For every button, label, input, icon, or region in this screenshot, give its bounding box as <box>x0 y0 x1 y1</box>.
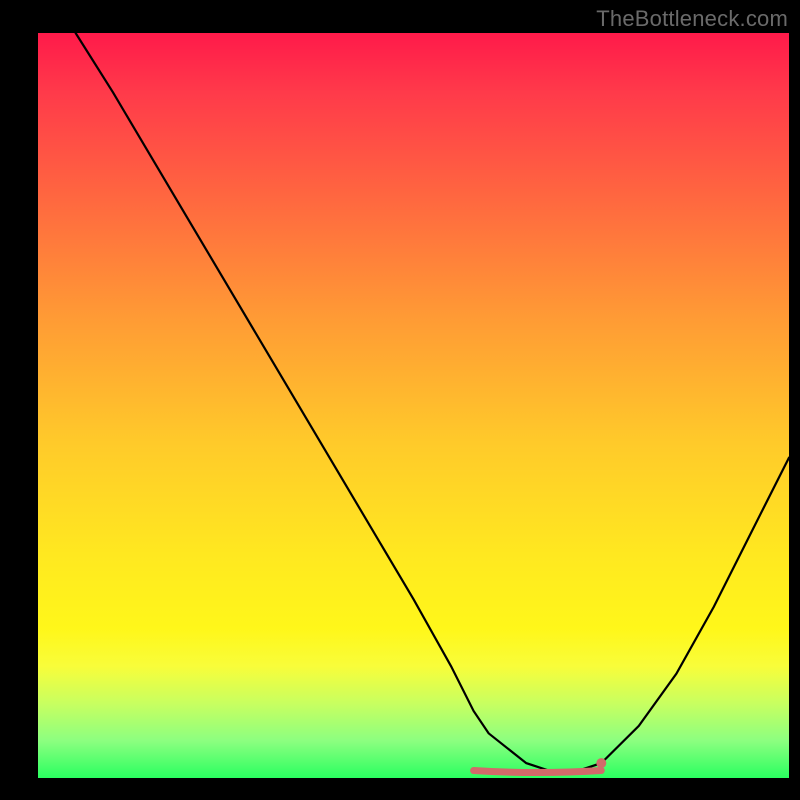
bottleneck-curve <box>76 33 789 771</box>
chart-svg <box>38 33 789 778</box>
optimal-flat-zone <box>474 771 602 773</box>
watermark-text: TheBottleneck.com <box>596 6 788 32</box>
optimal-end-marker <box>596 758 606 768</box>
chart-frame: TheBottleneck.com <box>0 0 800 800</box>
plot-area <box>38 33 789 778</box>
